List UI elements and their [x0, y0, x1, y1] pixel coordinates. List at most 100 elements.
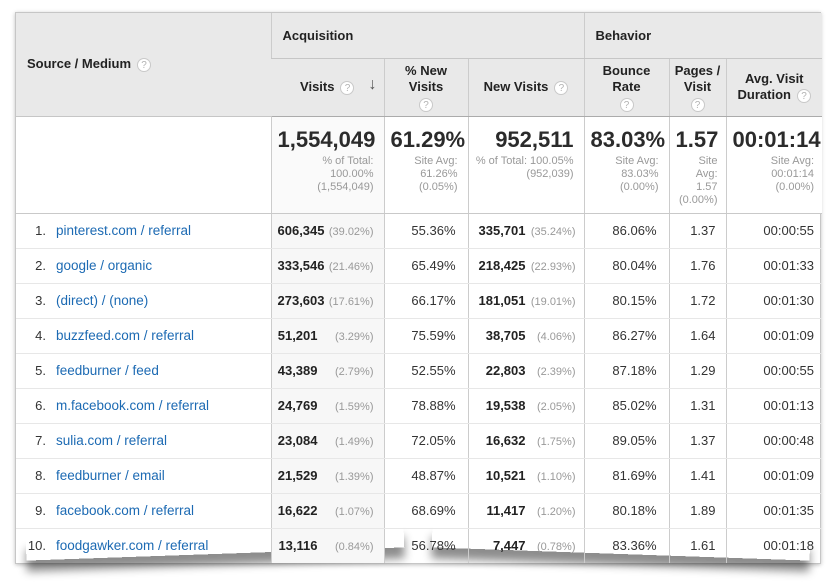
column-header-visits[interactable]: Visits? ↓: [271, 58, 384, 116]
visits-cell: 43,389(2.79%): [271, 353, 384, 388]
source-medium-cell: 5.feedburner / feed: [16, 353, 271, 388]
total-pages-visit-subtext: Site Avg: 1.57 (0.00%): [676, 155, 718, 207]
row-index: 2.: [16, 258, 46, 273]
source-medium-link[interactable]: sulia.com / referral: [56, 433, 167, 448]
totals-bounce-rate: 83.03% Site Avg: 83.03% (0.00%): [584, 116, 669, 213]
avg-duration-cell: 00:01:18: [726, 528, 822, 563]
bounce-rate-cell: 87.18%: [584, 353, 669, 388]
row-index: 6.: [16, 398, 46, 413]
pages-visit-cell: 1.41: [669, 458, 726, 493]
pct-new-visits-cell: 78.88%: [384, 388, 468, 423]
total-pct-new-visits-subtext: Site Avg: 61.26% (0.05%): [391, 155, 458, 194]
totals-dimension-cell: [16, 116, 271, 213]
visits-cell: 606,345(39.02%): [271, 213, 384, 248]
avg-visit-duration-label: Avg. Visit Duration: [738, 71, 804, 102]
bounce-rate-cell: 80.15%: [584, 283, 669, 318]
row-index: 8.: [16, 468, 46, 483]
visits-label: Visits: [300, 79, 334, 94]
help-icon[interactable]: ?: [554, 81, 568, 95]
source-medium-link[interactable]: buzzfeed.com / referral: [56, 328, 194, 343]
source-medium-label: Source / Medium: [27, 56, 131, 71]
table-row: 3.(direct) / (none) 273,603(17.61%) 66.1…: [16, 283, 822, 318]
source-medium-link[interactable]: pinterest.com / referral: [56, 223, 191, 238]
sort-descending-icon[interactable]: ↓: [369, 77, 377, 93]
table-row: 4.buzzfeed.com / referral 51,201(3.29%) …: [16, 318, 822, 353]
new-visits-cell: 11,417(1.20%): [468, 493, 584, 528]
group-header-row: Source / Medium? Acquisition Behavior: [16, 13, 822, 58]
table-row: 6. m.facebook.com / referral 24,769(1.59%…: [16, 388, 822, 423]
new-visits-cell: 335,701(35.24%): [468, 213, 584, 248]
pages-visit-cell: 1.64: [669, 318, 726, 353]
total-visits-subtext: % of Total: 100.00% (1,554,049): [278, 155, 374, 194]
help-icon[interactable]: ?: [340, 81, 354, 95]
source-medium-cell: 3. (direct) / (none): [16, 283, 271, 318]
bounce-rate-cell: 86.27%: [584, 318, 669, 353]
pages-visit-cell: 1.89: [669, 493, 726, 528]
help-icon[interactable]: ?: [419, 98, 433, 112]
source-medium-link[interactable]: (direct) / (none): [56, 293, 148, 308]
totals-row: 1,554,049 % of Total: 100.00% (1,554,049…: [16, 116, 822, 213]
help-icon[interactable]: ?: [620, 98, 634, 112]
avg-duration-cell: 00:00:55: [726, 353, 822, 388]
source-medium-link[interactable]: feedburner / email: [56, 468, 165, 483]
source-medium-cell: 10. foodgawker.com / referral: [16, 528, 271, 563]
pct-new-visits-cell: 68.69%: [384, 493, 468, 528]
totals-avg-duration: 00:01:14 Site Avg: 00:01:14 (0.00%): [726, 116, 822, 213]
visits-cell: 51,201(3.29%): [271, 318, 384, 353]
column-header-source-medium[interactable]: Source / Medium?: [16, 13, 271, 116]
pct-new-visits-label: % New Visits: [405, 63, 447, 94]
table-row: 10.foodgawker.com / referral 13,116(0.84…: [16, 528, 822, 563]
source-medium-link[interactable]: google / organic: [56, 258, 152, 273]
bounce-rate-cell: 80.18%: [584, 493, 669, 528]
pages-visit-cell: 1.61: [669, 528, 726, 563]
visits-cell: 24,769(1.59%): [271, 388, 384, 423]
source-medium-cell: 7.sulia.com / referral: [16, 423, 271, 458]
pct-new-visits-cell: 56.78%: [384, 528, 468, 563]
bounce-rate-cell: 80.04%: [584, 248, 669, 283]
visits-cell: 16,622(1.07%): [271, 493, 384, 528]
new-visits-cell: 22,803(2.39%): [468, 353, 584, 388]
table-row: 7.sulia.com / referral 23,084(1.49%) 72.…: [16, 423, 822, 458]
total-pages-visit-value: 1.57: [676, 128, 718, 152]
bounce-rate-cell: 85.02%: [584, 388, 669, 423]
source-medium-cell: 4.buzzfeed.com / referral: [16, 318, 271, 353]
total-new-visits-value: 952,511: [475, 128, 574, 152]
source-medium-link[interactable]: m.facebook.com / referral: [56, 398, 209, 413]
source-medium-cell: 6. m.facebook.com / referral: [16, 388, 271, 423]
source-medium-link[interactable]: foodgawker.com / referral: [56, 538, 208, 553]
total-avg-duration-value: 00:01:14: [733, 128, 815, 152]
row-index: 1.: [16, 223, 46, 238]
pages-visit-label: Pages / Visit: [675, 63, 721, 94]
new-visits-cell: 38,705(4.06%): [468, 318, 584, 353]
row-index: 3.: [16, 293, 46, 308]
totals-pct-new-visits: 61.29% Site Avg: 61.26% (0.05%): [384, 116, 468, 213]
table-row: 8.feedburner / email 21,529(1.39%) 48.87…: [16, 458, 822, 493]
row-index: 10.: [16, 538, 46, 553]
source-medium-link[interactable]: feedburner / feed: [56, 363, 159, 378]
new-visits-cell: 181,051(19.01%): [468, 283, 584, 318]
new-visits-cell: 10,521(1.10%): [468, 458, 584, 493]
pct-new-visits-cell: 66.17%: [384, 283, 468, 318]
new-visits-cell: 218,425(22.93%): [468, 248, 584, 283]
visits-cell: 23,084(1.49%): [271, 423, 384, 458]
total-visits-value: 1,554,049: [278, 128, 374, 152]
help-icon[interactable]: ?: [797, 89, 811, 103]
pct-new-visits-cell: 48.87%: [384, 458, 468, 493]
bounce-rate-label: Bounce Rate: [603, 63, 651, 94]
bounce-rate-cell: 81.69%: [584, 458, 669, 493]
avg-duration-cell: 00:01:09: [726, 458, 822, 493]
total-bounce-rate-subtext: Site Avg: 83.03% (0.00%): [591, 155, 659, 194]
source-medium-link[interactable]: facebook.com / referral: [56, 503, 194, 518]
help-icon[interactable]: ?: [137, 58, 151, 72]
table-row: 9.facebook.com / referral 16,622(1.07%) …: [16, 493, 822, 528]
column-header-avg-visit-duration[interactable]: Avg. Visit Duration?: [726, 58, 822, 116]
row-index: 9.: [16, 503, 46, 518]
column-header-bounce-rate[interactable]: Bounce Rate ?: [584, 58, 669, 116]
pct-new-visits-cell: 75.59%: [384, 318, 468, 353]
help-icon[interactable]: ?: [691, 98, 705, 112]
table-row: 2.google / organic 333,546(21.46%) 65.49…: [16, 248, 822, 283]
column-header-pages-visit[interactable]: Pages / Visit ?: [669, 58, 726, 116]
new-visits-label: New Visits: [484, 79, 549, 94]
column-header-new-visits[interactable]: New Visits?: [468, 58, 584, 116]
column-header-pct-new-visits[interactable]: % New Visits ?: [384, 58, 468, 116]
